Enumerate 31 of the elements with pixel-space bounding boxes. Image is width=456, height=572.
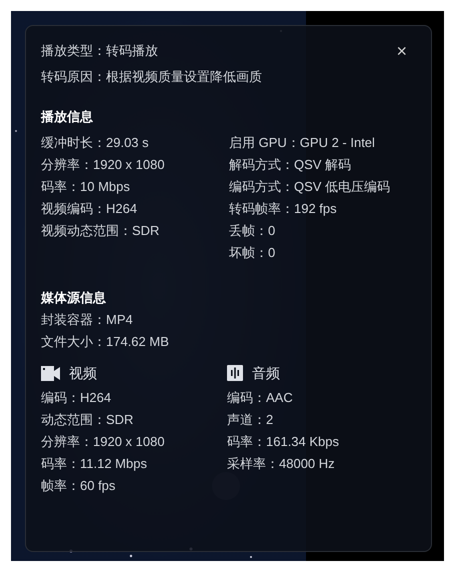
info-text: 帧率：60 fps <box>41 477 116 495</box>
info-text: 文件大小：174.62 MB <box>41 333 169 351</box>
video-camera-icon <box>41 366 60 380</box>
info-text: 丢帧：0 <box>229 222 276 240</box>
section-heading: 媒体源信息 <box>41 289 107 307</box>
info-text: 视频编码：H264 <box>41 200 138 218</box>
close-button[interactable]: × <box>392 42 411 60</box>
stream-title: 音频 <box>252 364 280 383</box>
info-text: 坏帧：0 <box>229 244 276 262</box>
info-text: 编码方式：QSV 低电压编码 <box>229 178 390 196</box>
info-text: 编码：AAC <box>227 389 293 407</box>
info-text: 码率：161.34 Kbps <box>227 433 340 451</box>
info-text: 播放类型：转码播放 <box>41 42 158 60</box>
info-text: 码率：10 Mbps <box>41 178 130 196</box>
info-text: 分辨率：1920 x 1080 <box>41 156 165 174</box>
stream-title: 视频 <box>69 364 97 383</box>
audio-wave-icon <box>227 365 243 381</box>
info-text: 分辨率：1920 x 1080 <box>41 433 165 451</box>
section-heading: 播放信息 <box>41 108 94 126</box>
info-text: 采样率：48000 Hz <box>227 455 335 473</box>
info-text: 缓冲时长：29.03 s <box>41 134 149 152</box>
info-text: 转码帧率：192 fps <box>229 200 337 218</box>
info-text: 封装容器：MP4 <box>41 311 133 329</box>
info-text: 编码：H264 <box>41 389 112 407</box>
info-text: 启用 GPU：GPU 2 - Intel <box>229 134 375 152</box>
info-text: 声道：2 <box>227 411 274 429</box>
info-text: 动态范围：SDR <box>41 411 134 429</box>
info-text: 视频动态范围：SDR <box>41 222 160 240</box>
info-text: 码率：11.12 Mbps <box>41 455 147 473</box>
info-text: 解码方式：QSV 解码 <box>229 156 352 174</box>
info-text: 转码原因：根据视频质量设置降低画质 <box>41 68 262 86</box>
